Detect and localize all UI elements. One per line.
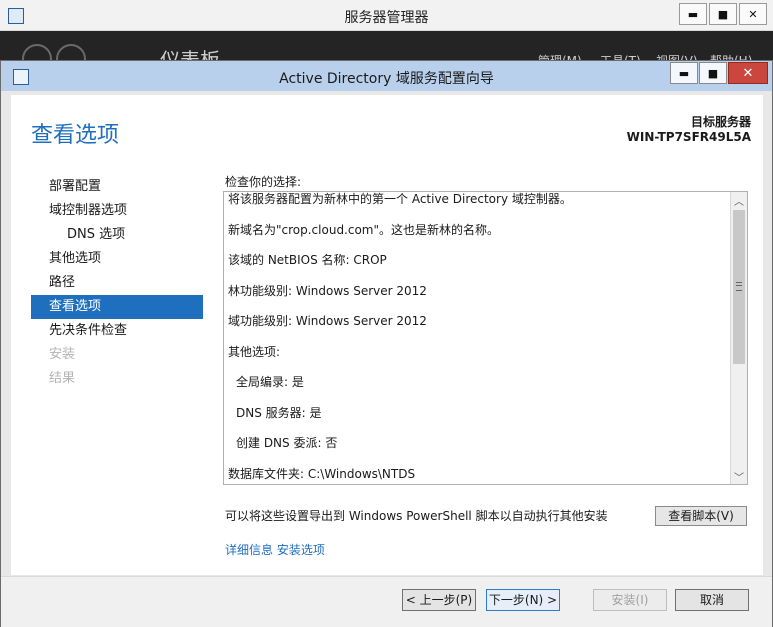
- server-manager-title: 服务器管理器: [344, 10, 429, 26]
- previous-button[interactable]: < 上一步(P): [402, 589, 476, 611]
- wizard-maximize-button[interactable]: ■: [699, 62, 727, 84]
- bg-minimize-button[interactable]: ▬: [679, 3, 707, 25]
- nav-item-install: 安装: [49, 347, 76, 362]
- review-line: 创建 DNS 委派: 否: [236, 436, 338, 450]
- nav-item-additional-options[interactable]: 其他选项: [31, 247, 203, 271]
- bg-close-button[interactable]: ✕: [739, 3, 767, 25]
- wizard-nav: 部署配置 域控制器选项 DNS 选项 其他选项 路径 查看选项 先决条件检查 安…: [31, 175, 203, 391]
- target-server-name: WIN-TP7SFR49L5A: [626, 130, 751, 144]
- review-line: 新域名为"crop.cloud.com"。这也是新林的名称。: [228, 222, 500, 237]
- review-line: 数据库文件夹: C:\Windows\NTDS: [228, 466, 416, 481]
- nav-item-prereq-check[interactable]: 先决条件检查: [31, 319, 203, 343]
- review-line: 其他选项:: [228, 344, 281, 359]
- scroll-down-arrow-icon[interactable]: ﹀: [731, 468, 747, 484]
- server-manager-titlebar: 服务器管理器 ▬ ■ ✕: [0, 0, 773, 31]
- wizard-footer: < 上一步(P) 下一步(N) > 安装(I) 取消: [1, 576, 772, 627]
- target-server-label: 目标服务器: [690, 115, 751, 129]
- cancel-button[interactable]: 取消: [675, 589, 749, 611]
- review-textbox[interactable]: 将该服务器配置为新林中的第一个 Active Directory 域控制器。 新…: [223, 191, 748, 485]
- more-info-link[interactable]: 详细信息 安装选项: [225, 541, 325, 558]
- review-line: 林功能级别: Windows Server 2012: [228, 283, 427, 298]
- nav-item-dns-options[interactable]: DNS 选项: [31, 223, 203, 247]
- install-button: 安装(I): [593, 589, 667, 611]
- wizard-minimize-button[interactable]: ▬: [670, 62, 698, 84]
- nav-item-paths[interactable]: 路径: [31, 271, 203, 295]
- review-heading: 检查你的选择:: [225, 175, 302, 189]
- scroll-thumb[interactable]: [733, 210, 745, 364]
- review-content: 将该服务器配置为新林中的第一个 Active Directory 域控制器。 新…: [228, 192, 726, 484]
- review-scrollbar[interactable]: ︿ ﹀: [730, 192, 747, 484]
- review-line: 将该服务器配置为新林中的第一个 Active Directory 域控制器。: [228, 192, 572, 206]
- review-line: 全局编录: 是: [236, 375, 304, 389]
- nav-item-dc-options[interactable]: 域控制器选项: [31, 199, 203, 223]
- review-line: 域功能级别: Windows Server 2012: [228, 314, 427, 328]
- nav-item-results: 结果: [49, 371, 76, 386]
- nav-item-deployment[interactable]: 部署配置: [31, 175, 203, 199]
- scroll-up-arrow-icon[interactable]: ︿: [731, 192, 747, 208]
- wizard-body: 查看选项 目标服务器 WIN-TP7SFR49L5A 部署配置 域控制器选项 D…: [11, 95, 763, 575]
- grip-icon: [736, 282, 742, 291]
- page-title: 查看选项: [31, 123, 120, 148]
- nav-item-review-options[interactable]: 查看选项: [31, 295, 203, 319]
- wizard-title: Active Directory 域服务配置向导: [279, 71, 494, 87]
- review-line: 该域的 NetBIOS 名称: CROP: [228, 253, 387, 267]
- wizard-close-button[interactable]: ✕: [728, 62, 768, 84]
- export-description: 可以将这些设置导出到 Windows PowerShell 脚本以自动执行其他安…: [225, 509, 608, 523]
- wizard-titlebar: Active Directory 域服务配置向导 ▬ ■ ✕: [1, 61, 772, 91]
- view-script-button[interactable]: 查看脚本(V): [655, 506, 747, 526]
- review-line: DNS 服务器: 是: [236, 405, 322, 420]
- bg-maximize-button[interactable]: ■: [709, 3, 737, 25]
- ad-config-wizard: Active Directory 域服务配置向导 ▬ ■ ✕ 查看选项 目标服务…: [0, 60, 773, 627]
- next-button[interactable]: 下一步(N) >: [486, 589, 560, 611]
